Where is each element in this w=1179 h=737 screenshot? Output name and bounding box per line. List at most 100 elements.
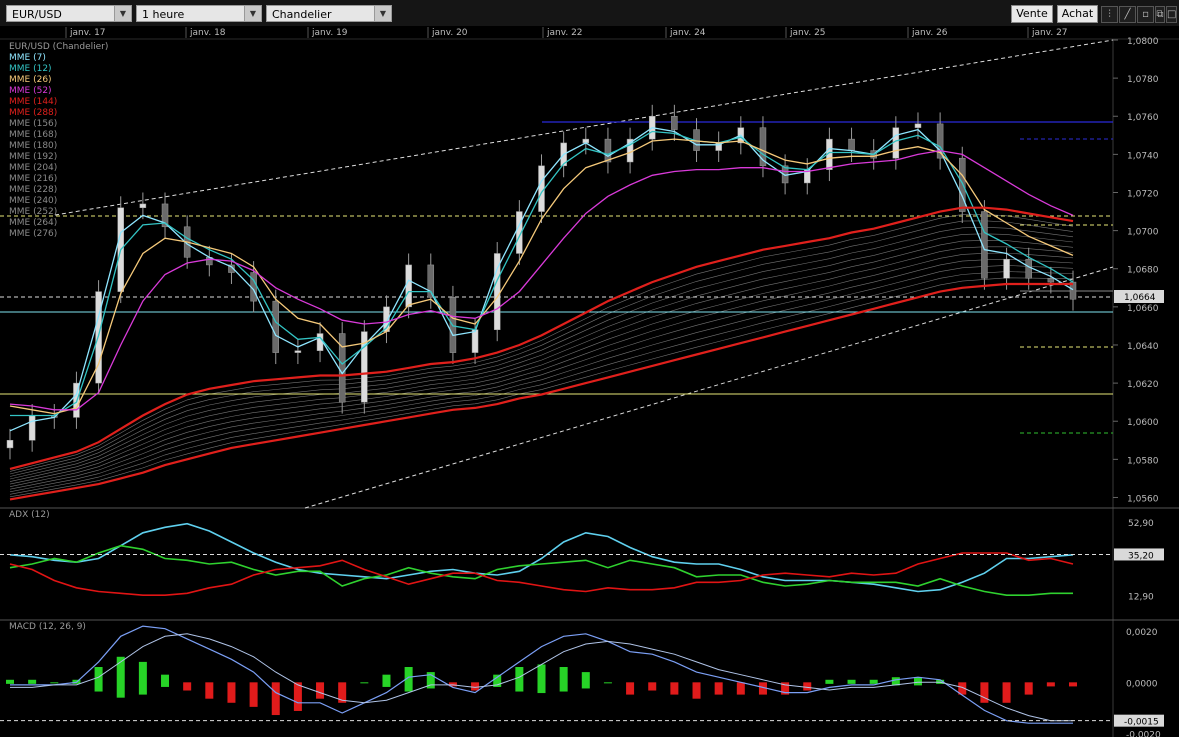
macd-histogram-bar (382, 674, 391, 687)
adx-panel-title: ADX (12) (9, 510, 50, 520)
candle-body (405, 264, 412, 308)
macd-histogram-bar (293, 682, 302, 711)
macd-histogram-bar (648, 682, 657, 691)
candle-body (604, 138, 612, 163)
symbol-dropdown[interactable]: EUR/USD ▼ (6, 5, 132, 22)
macd-histogram-bar (581, 672, 590, 689)
macd-histogram-bar (271, 682, 280, 716)
chevron-down-icon[interactable]: ▼ (114, 6, 131, 21)
macd-histogram-bar (471, 682, 480, 691)
candles-icon[interactable]: ⫶ (1101, 6, 1118, 23)
price-tick-label: 1,0720 (1127, 189, 1159, 199)
candle-body (1003, 258, 1010, 279)
symbol-dropdown-label: EUR/USD (12, 8, 62, 21)
candle-body (914, 123, 922, 128)
legend-item: MME (240) (9, 196, 57, 206)
macd-histogram-bar (227, 682, 236, 703)
candle-body (28, 415, 36, 441)
macd-histogram-bar (692, 682, 701, 699)
legend-item: MME (228) (9, 185, 57, 195)
macd-tick-label: -0,0015 (1124, 718, 1159, 728)
price-tick-label: 1,0760 (1127, 113, 1159, 123)
legend-item: MME (144) (9, 97, 57, 107)
price-tick-label: 1,0740 (1127, 151, 1159, 161)
interval-dropdown-label: 1 heure (142, 8, 185, 21)
date-label: janv. 19 (311, 28, 348, 38)
price-tick-label: 1,0600 (1127, 418, 1159, 428)
macd-histogram-bar (825, 679, 834, 684)
macd-histogram-bar (515, 667, 524, 692)
price-tick-label: 1,0680 (1127, 266, 1159, 276)
macd-histogram-bar (869, 679, 878, 684)
macd-histogram-bar (670, 682, 679, 695)
legend-item: MME (252) (9, 207, 57, 217)
date-label: janv. 24 (669, 28, 706, 38)
adx-tick-label: 12,90 (1128, 592, 1154, 602)
candle-body (316, 333, 324, 351)
price-tick-label: 1,0780 (1127, 75, 1159, 85)
macd-histogram-bar (847, 679, 856, 684)
legend-item: MME (276) (9, 229, 57, 239)
legend-item: MME (156) (9, 119, 57, 129)
chevron-down-icon[interactable]: ▼ (244, 6, 261, 21)
date-label: janv. 22 (546, 28, 583, 38)
legend-item: MME (52) (9, 86, 52, 96)
candle-body (959, 157, 966, 212)
macd-histogram-bar (1024, 682, 1033, 695)
macd-histogram-bar (316, 682, 325, 699)
candle-body (671, 115, 678, 130)
chart-canvas[interactable]: janv. 17 janv. 18 janv. 19 janv. 20 janv. 22… (0, 26, 1179, 737)
price-tick-label: 1,0620 (1127, 380, 1159, 390)
maximize-icon[interactable]: □ (1166, 6, 1177, 23)
macd-histogram-bar (626, 682, 635, 695)
macd-histogram-bar (736, 682, 745, 695)
macd-histogram-bar (1002, 682, 1011, 703)
draw-line-icon[interactable]: ╱ (1119, 6, 1136, 23)
legend-item: MME (168) (9, 130, 57, 140)
macd-histogram-bar (980, 682, 989, 703)
legend-item: MME (180) (9, 141, 57, 151)
buy-button[interactable]: Achat (1057, 5, 1098, 23)
price-tick-label: 1,0700 (1127, 228, 1159, 238)
macd-histogram-bar (28, 679, 37, 684)
chart-toolbar: EUR/USD ▼ 1 heure ▼ Chandelier ▼ Vente A… (0, 0, 1179, 27)
date-label: janv. 25 (789, 28, 826, 38)
zoom-icon[interactable]: ▫ (1137, 6, 1154, 23)
sell-button[interactable]: Vente (1011, 5, 1053, 23)
candle-body (1025, 258, 1032, 279)
macd-histogram-bar (183, 682, 192, 691)
legend-item: MME (192) (9, 152, 57, 162)
macd-histogram-bar (50, 682, 59, 684)
current-price-label: 1,0664 (1124, 293, 1156, 303)
macd-histogram-bar (249, 682, 258, 707)
date-label: janv. 18 (189, 28, 226, 38)
adx-tick-label: 35,20 (1128, 551, 1154, 561)
restore-window-icon[interactable]: ⧉ (1155, 6, 1165, 23)
legend-item: MME (216) (9, 174, 57, 184)
macd-histogram-bar (559, 667, 568, 692)
macd-histogram-bar (603, 682, 612, 684)
macd-tick-label: 0,0000 (1126, 679, 1158, 689)
chart-type-dropdown[interactable]: Chandelier ▼ (266, 5, 392, 22)
candle-body (272, 300, 279, 353)
macd-tick-label: 0,0020 (1126, 628, 1158, 638)
macd-histogram-bar (537, 664, 546, 694)
date-label: janv. 27 (1031, 28, 1068, 38)
candle-body (139, 203, 147, 208)
macd-panel-title: MACD (12, 26, 9) (9, 622, 86, 632)
legend-item: MME (7) (9, 53, 46, 63)
candle-body (1047, 278, 1055, 283)
price-tick-label: 1,0660 (1127, 304, 1159, 314)
macd-histogram-bar (116, 656, 125, 698)
legend-item: MME (26) (9, 75, 52, 85)
macd-histogram-bar (803, 682, 812, 691)
interval-dropdown[interactable]: 1 heure ▼ (136, 5, 262, 22)
date-label: janv. 26 (911, 28, 948, 38)
price-tick-label: 1,0580 (1127, 456, 1159, 466)
chart-type-dropdown-label: Chandelier (272, 8, 332, 21)
macd-histogram-bar (94, 667, 103, 692)
chevron-down-icon[interactable]: ▼ (374, 6, 391, 21)
legend-item: MME (204) (9, 163, 57, 173)
price-panel-title: EUR/USD (Chandelier) (9, 42, 108, 52)
current-price-badge: 1,0664 (1114, 290, 1164, 303)
